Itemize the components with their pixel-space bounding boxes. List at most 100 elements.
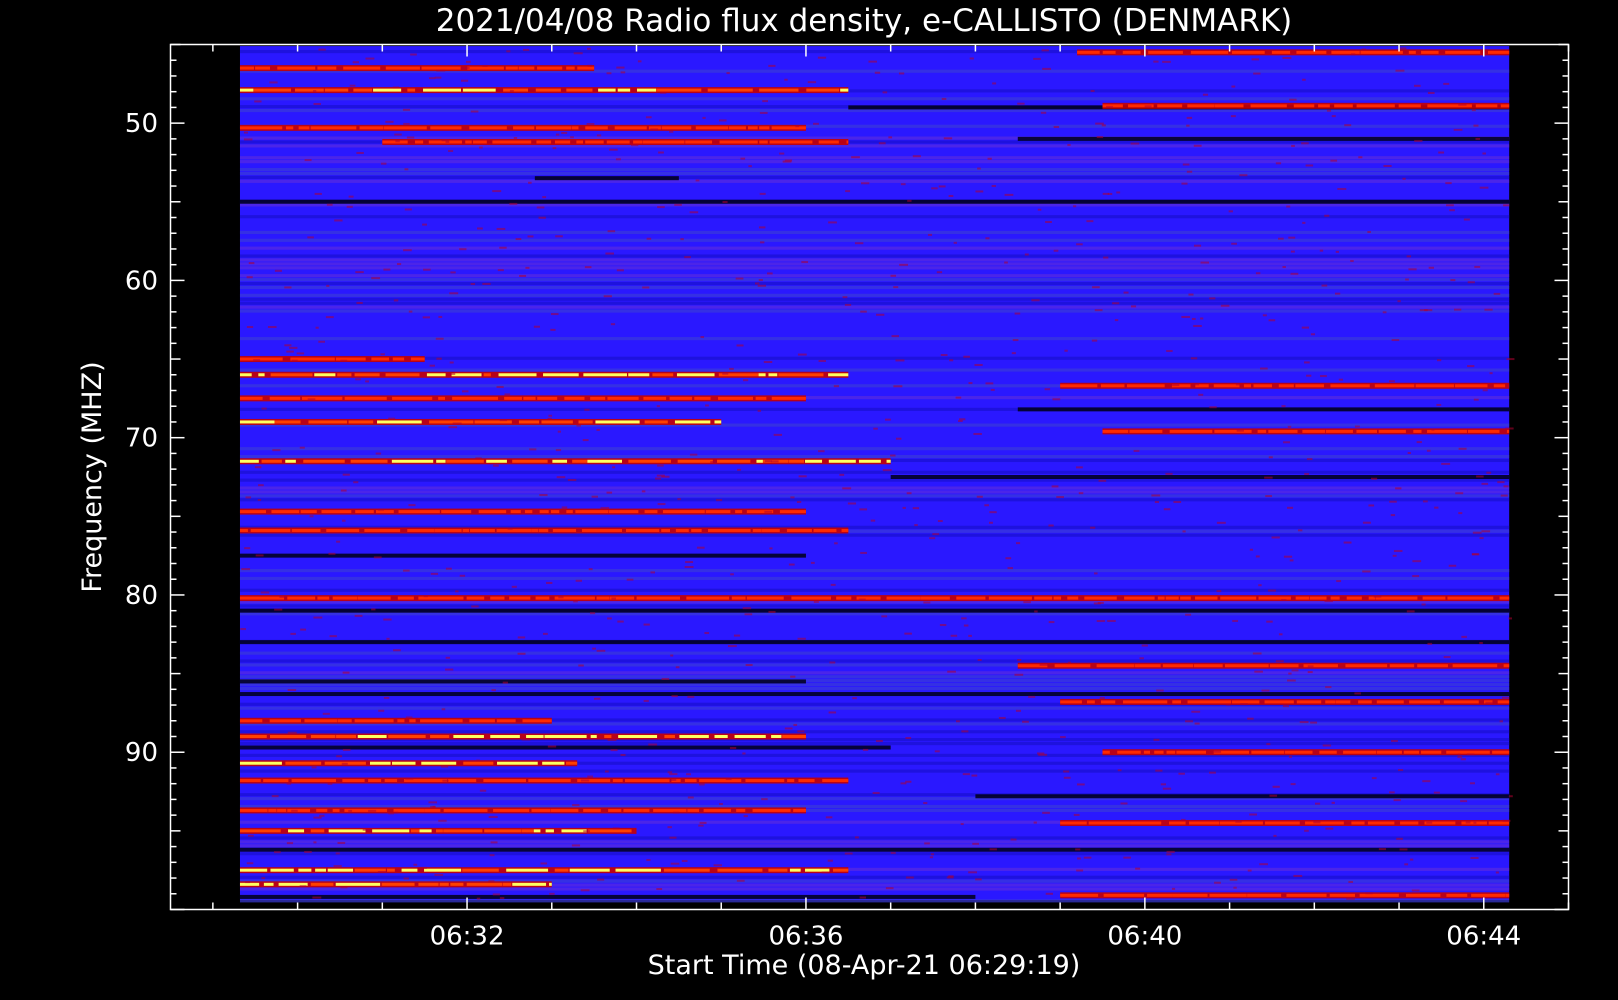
speckle	[736, 879, 745, 882]
speckle	[616, 66, 625, 69]
bright-band-core	[316, 808, 328, 812]
bright-band-core	[1060, 384, 1098, 388]
speckle	[940, 354, 948, 357]
bright-band-core	[239, 357, 283, 361]
bright-band-core	[569, 868, 610, 872]
bright-band-core	[536, 126, 572, 130]
bright-band-core	[756, 459, 763, 463]
speckle	[844, 303, 852, 306]
speckle	[592, 647, 596, 650]
speckle	[521, 738, 531, 741]
bright-band-core	[392, 396, 433, 400]
speckle	[309, 515, 314, 518]
speckle	[902, 506, 906, 509]
speckle	[1371, 477, 1378, 480]
speckle	[440, 765, 449, 768]
speckle	[1269, 794, 1278, 797]
speckle	[558, 596, 564, 599]
speckle	[1350, 260, 1354, 263]
bright-band-core	[348, 420, 374, 424]
speckle	[722, 201, 728, 204]
speckle	[1505, 427, 1514, 430]
speckle	[1431, 428, 1435, 431]
speckle	[1331, 115, 1336, 118]
speckle	[905, 780, 912, 783]
speckle	[1060, 736, 1066, 739]
speckle	[960, 823, 964, 826]
speckle	[1202, 93, 1209, 96]
speckle	[1307, 665, 1314, 668]
bright-band-core	[239, 735, 267, 738]
bright-band-core	[518, 66, 535, 70]
speckle	[991, 185, 996, 188]
bright-band-core	[335, 357, 366, 361]
bright-band-core	[1452, 664, 1498, 668]
speckle	[1045, 221, 1052, 224]
speckle	[757, 284, 767, 287]
speckle	[538, 216, 546, 219]
speckle	[1034, 610, 1038, 613]
speckle	[254, 466, 262, 469]
speckle	[352, 61, 359, 64]
bright-band-core	[841, 528, 849, 532]
speckle	[1193, 244, 1202, 247]
speckle	[656, 888, 663, 891]
speckle	[1075, 848, 1081, 851]
bright-band-core	[1054, 664, 1091, 668]
speckle	[729, 367, 734, 370]
speckle	[1392, 554, 1397, 557]
speckle	[428, 77, 436, 80]
speckle	[1391, 739, 1398, 742]
bright-band-core	[336, 735, 357, 738]
spectrogram-texture-row	[239, 576, 1510, 581]
speckle	[612, 827, 620, 830]
speckle	[674, 203, 682, 206]
speckle	[1014, 673, 1024, 676]
speckle	[768, 64, 776, 67]
spectrogram-texture-row	[239, 604, 1510, 608]
speckle	[985, 237, 990, 240]
speckle	[1457, 753, 1461, 756]
speckle	[1378, 848, 1387, 851]
bright-band-core	[787, 779, 795, 783]
speckle	[1371, 777, 1377, 780]
bright-band-core	[1193, 664, 1223, 668]
speckle	[243, 131, 248, 134]
bright-band-core	[472, 140, 487, 144]
bright-band-core	[1505, 893, 1510, 897]
spectrogram-texture-row	[239, 278, 1510, 282]
speckle	[1389, 380, 1395, 383]
bright-band-core	[490, 596, 505, 600]
speckle	[1117, 769, 1122, 772]
speckle	[371, 608, 376, 611]
bright-band-core	[708, 528, 751, 532]
bright-band-core	[407, 88, 416, 92]
bright-band-core	[612, 779, 623, 783]
speckle	[681, 859, 688, 862]
speckle	[642, 286, 650, 289]
bright-band-core	[392, 761, 416, 765]
speckle	[1051, 485, 1059, 488]
speckle	[767, 272, 773, 275]
bright-band-core	[550, 808, 579, 812]
speckle	[428, 801, 438, 804]
speckle	[1235, 820, 1242, 823]
bright-band-core	[705, 510, 731, 514]
speckle	[861, 182, 870, 185]
bright-band-core	[1214, 429, 1252, 433]
speckle	[1186, 116, 1193, 119]
speckle	[1191, 710, 1201, 713]
speckle	[1325, 686, 1332, 689]
speckle	[519, 274, 527, 277]
speckle	[388, 417, 396, 420]
speckle	[1166, 349, 1173, 352]
bright-band-core	[686, 596, 730, 600]
speckle	[355, 378, 361, 381]
spectrogram-texture-row	[239, 356, 1510, 360]
speckle	[368, 809, 377, 812]
bright-band-core	[537, 66, 563, 70]
speckle	[842, 487, 852, 490]
speckle	[1471, 109, 1476, 112]
speckle	[336, 755, 343, 758]
spectrogram-texture-row	[239, 875, 1510, 879]
